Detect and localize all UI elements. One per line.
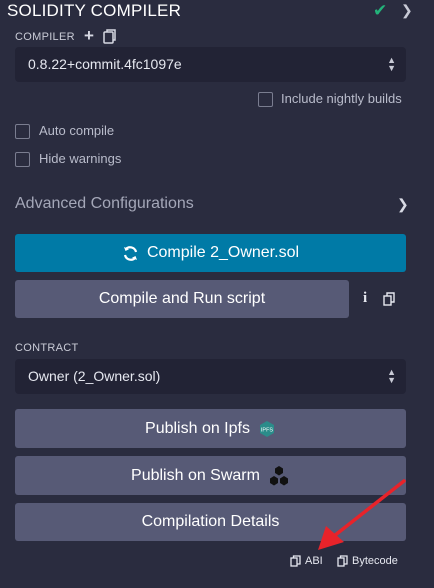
copy-bytecode-button[interactable]: Bytecode bbox=[337, 555, 398, 567]
chevron-right-icon[interactable]: ❯ bbox=[401, 2, 413, 19]
compile-and-run-button[interactable]: Compile and Run script bbox=[15, 280, 349, 318]
copy-icon bbox=[337, 555, 348, 567]
publish-ipfs-label: Publish on Ipfs bbox=[145, 420, 250, 437]
compiler-label: COMPILER bbox=[15, 31, 75, 43]
auto-compile-label: Auto compile bbox=[39, 123, 115, 138]
load-compiler-file-icon[interactable] bbox=[102, 29, 117, 49]
copy-abi-label: ABI bbox=[305, 555, 323, 567]
ipfs-icon: IPFS bbox=[259, 420, 274, 437]
info-icon[interactable]: i bbox=[363, 290, 367, 307]
copy-bytecode-label: Bytecode bbox=[352, 555, 398, 567]
swarm-icon bbox=[269, 465, 288, 485]
hide-warnings-label: Hide warnings bbox=[39, 151, 122, 166]
contract-select-value: Owner (2_Owner.sol) bbox=[28, 368, 161, 384]
auto-compile-checkbox[interactable] bbox=[15, 124, 30, 139]
include-nightly-checkbox[interactable] bbox=[258, 92, 273, 107]
hide-warnings-checkbox[interactable] bbox=[15, 152, 30, 167]
copy-abi-button[interactable]: ABI bbox=[290, 555, 323, 567]
copy-icon[interactable] bbox=[383, 292, 396, 311]
advanced-configurations-toggle[interactable]: Advanced Configurations bbox=[15, 195, 194, 213]
contract-label: CONTRACT bbox=[15, 342, 79, 354]
compile-and-run-label: Compile and Run script bbox=[98, 290, 266, 307]
compile-success-check-icon: ✔ bbox=[373, 1, 388, 20]
compile-button-label: Compile 2_Owner.sol bbox=[146, 244, 300, 261]
contract-select[interactable]: Owner (2_Owner.sol) ▲ ▼ bbox=[15, 359, 406, 394]
refresh-icon bbox=[123, 245, 138, 261]
include-nightly-label: Include nightly builds bbox=[281, 91, 402, 106]
panel-title: SOLIDITY COMPILER bbox=[7, 1, 182, 20]
add-compiler-icon[interactable]: + bbox=[84, 26, 94, 46]
compilation-details-label: Compilation Details bbox=[141, 513, 280, 530]
select-caret-icon: ▲ ▼ bbox=[387, 55, 396, 73]
publish-swarm-label: Publish on Swarm bbox=[131, 467, 260, 484]
compile-button[interactable]: Compile 2_Owner.sol bbox=[15, 234, 406, 272]
chevron-right-icon[interactable]: ❯ bbox=[397, 196, 409, 213]
compiler-version-value: 0.8.22+commit.4fc1097e bbox=[28, 56, 182, 72]
annotation-arrow-icon bbox=[312, 478, 407, 556]
svg-text:IPFS: IPFS bbox=[261, 427, 274, 433]
copy-icon bbox=[290, 555, 301, 567]
select-caret-icon: ▲ ▼ bbox=[387, 367, 396, 385]
compiler-version-select[interactable]: 0.8.22+commit.4fc1097e ▲ ▼ bbox=[15, 47, 406, 82]
publish-ipfs-button[interactable]: Publish on Ipfs IPFS bbox=[15, 409, 406, 448]
